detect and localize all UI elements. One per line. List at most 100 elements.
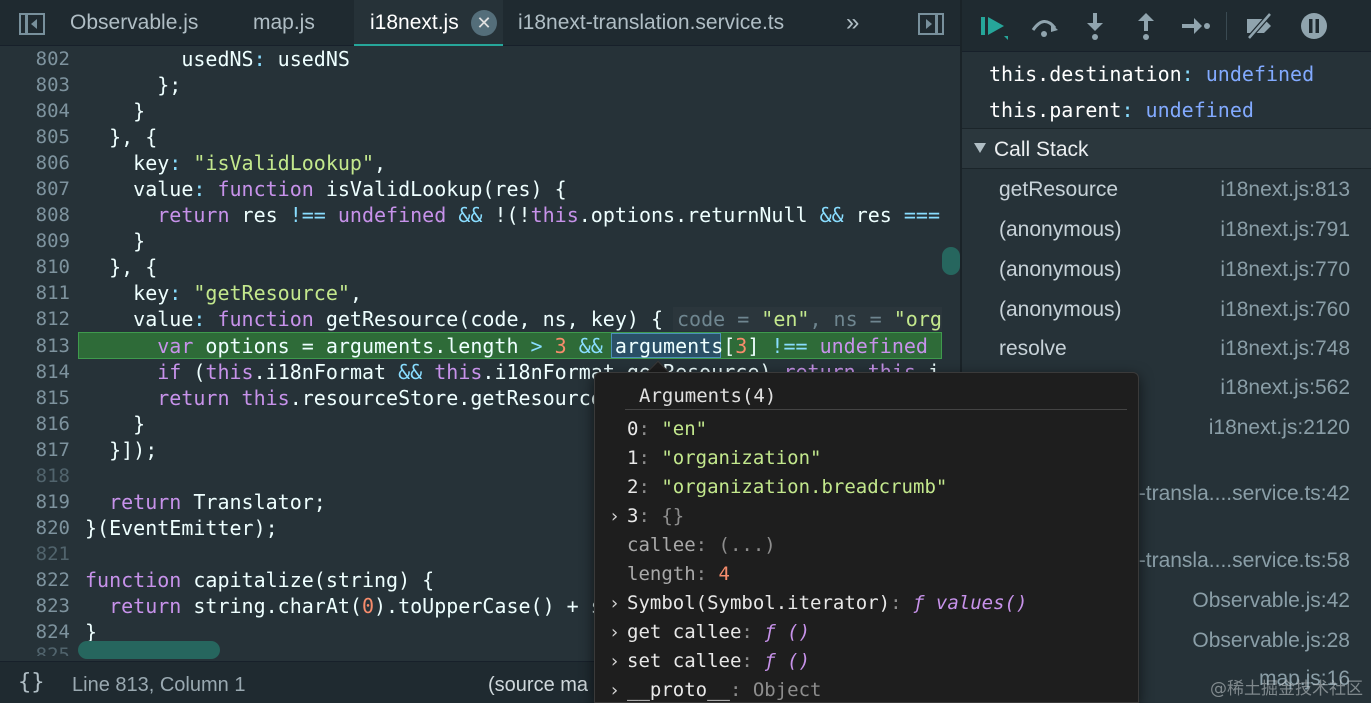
code-line-817[interactable]: }]); (85, 437, 157, 463)
line-number[interactable]: 814 (0, 359, 70, 385)
tab-overflow-icon[interactable]: » (846, 0, 859, 46)
tab-map[interactable]: map.js (253, 0, 315, 46)
property-row[interactable]: 1: "organization" (627, 444, 822, 473)
call-stack-header[interactable]: Call Stack (962, 128, 1371, 169)
source-map-link[interactable]: (source ma (488, 674, 588, 697)
property-row[interactable]: › get callee: ƒ () (609, 618, 810, 647)
toggle-debugger-icon[interactable] (918, 13, 944, 35)
code-line-810[interactable]: }, { (85, 254, 157, 280)
line-number[interactable]: 807 (0, 176, 70, 202)
line-number[interactable]: 823 (0, 593, 70, 619)
line-number[interactable]: 817 (0, 437, 70, 463)
frame-location: Observable.js:42 (1192, 589, 1350, 612)
code-line-812[interactable]: value: function getResource(code, ns, ke… (85, 306, 942, 332)
line-number[interactable]: 813 (0, 333, 70, 359)
frame-name: (anonymous) (999, 258, 1122, 281)
resume-icon[interactable] (978, 10, 1010, 42)
line-number[interactable]: 809 (0, 228, 70, 254)
pretty-print-icon[interactable]: {} (18, 670, 45, 695)
code-line-809[interactable]: } (85, 228, 145, 254)
property-row[interactable]: length: 4 (627, 560, 730, 589)
code-line-807[interactable]: value: function isValidLookup(res) { (85, 176, 567, 202)
code-line-808[interactable]: return res !== undefined && !(!this.opti… (85, 202, 945, 228)
line-number[interactable]: 811 (0, 280, 70, 306)
property-row[interactable]: › 3: {} (609, 502, 684, 531)
line-number[interactable]: 816 (0, 411, 70, 437)
code-line-816[interactable]: } (85, 411, 145, 437)
line-number[interactable]: 802 (0, 46, 70, 72)
code-line-813[interactable]: var options = arguments.length > 3 && ar… (85, 333, 942, 359)
code-line-811[interactable]: key: "getResource", (85, 280, 362, 306)
frame-location: i18next.js:760 (1220, 298, 1350, 321)
step-in-icon[interactable] (1079, 10, 1111, 42)
line-number[interactable]: 810 (0, 254, 70, 280)
toggle-navigator-icon[interactable] (19, 13, 45, 35)
expand-arrow-icon[interactable]: › (609, 676, 620, 703)
collapse-arrow-icon[interactable] (974, 143, 986, 153)
tab-observable[interactable]: Observable.js (70, 0, 198, 46)
debugger-toolbar (962, 0, 1371, 52)
tab-i18next[interactable]: i18next.js ✕ (354, 0, 503, 46)
popup-title: Arguments(4) (639, 385, 777, 407)
watermark: @稀土掘金技术社区 (1210, 679, 1363, 699)
frame-location: i18next.js:791 (1220, 218, 1350, 241)
line-number[interactable]: 806 (0, 150, 70, 176)
inline-value-hint: code = "en", ns = "org (673, 307, 942, 331)
code-line-806[interactable]: key: "isValidLookup", (85, 150, 386, 176)
property-row[interactable]: › set callee: ƒ () (609, 647, 810, 676)
code-line-823[interactable]: return string.charAt(0).toUpperCase() + … (85, 593, 603, 619)
frame-location: i18next.js:770 (1220, 258, 1350, 281)
property-row[interactable]: 0: "en" (627, 415, 707, 444)
scope-variable[interactable]: this.destination: undefined (989, 62, 1314, 86)
code-line-815[interactable]: return this.resourceStore.getResource (85, 385, 603, 411)
expand-arrow-icon[interactable]: › (609, 502, 620, 531)
expand-arrow-icon[interactable]: › (609, 618, 620, 647)
property-row[interactable]: › __proto__: Object (609, 676, 821, 703)
code-line-802[interactable]: usedNS: usedNS (85, 46, 350, 72)
close-tab-icon[interactable]: ✕ (471, 10, 497, 36)
expand-arrow-icon[interactable]: › (609, 647, 620, 676)
expand-arrow-icon[interactable]: › (609, 589, 620, 618)
line-number[interactable]: 825 (0, 642, 70, 656)
tab-translation-service[interactable]: i18next-translation.service.ts (518, 0, 784, 46)
step-over-icon[interactable] (1028, 10, 1060, 42)
line-number[interactable]: 815 (0, 385, 70, 411)
line-number[interactable]: 820 (0, 515, 70, 541)
line-number[interactable]: 822 (0, 567, 70, 593)
line-number[interactable]: 818 (0, 463, 70, 489)
code-line-803[interactable]: }; (85, 72, 181, 98)
vertical-scrollbar[interactable] (942, 247, 960, 275)
deactivate-breakpoints-icon[interactable] (1244, 10, 1276, 42)
arguments-preview-popup[interactable]: Arguments(4) 0: "en" 1: "organization" 2… (594, 372, 1139, 703)
frame-location: -transla....service.ts:58 (1138, 549, 1350, 572)
line-number-gutter: 802 803 804 805 806 807 808 809 810 811 … (0, 46, 78, 660)
cursor-position: Line 813, Column 1 (72, 674, 246, 696)
step-out-icon[interactable] (1130, 10, 1162, 42)
popup-divider (625, 409, 1127, 410)
line-number[interactable]: 812 (0, 306, 70, 332)
code-line-820[interactable]: }(EventEmitter); (85, 515, 278, 541)
frame-location: i18next.js:748 (1220, 337, 1350, 360)
pause-on-exceptions-icon[interactable] (1298, 10, 1330, 42)
line-number[interactable]: 808 (0, 202, 70, 228)
property-row[interactable]: callee: (...) (627, 531, 776, 560)
property-row[interactable]: › Symbol(Symbol.iterator): ƒ values() (609, 589, 1027, 618)
scope-variable[interactable]: this.parent: undefined (989, 98, 1254, 122)
code-line-805[interactable]: }, { (85, 124, 157, 150)
frame-name: getResource (999, 178, 1119, 201)
code-line-822[interactable]: function capitalize(string) { (85, 567, 434, 593)
line-number[interactable]: 819 (0, 489, 70, 515)
code-line-819[interactable]: return Translator; (85, 489, 326, 515)
horizontal-scrollbar[interactable] (78, 641, 220, 659)
line-number[interactable]: 803 (0, 72, 70, 98)
frame-location: Observable.js:28 (1192, 629, 1350, 652)
tab-bar: Observable.js map.js i18next.js ✕ i18nex… (0, 0, 960, 46)
step-icon[interactable] (1179, 10, 1211, 42)
line-number[interactable]: 821 (0, 541, 70, 567)
property-row[interactable]: 2: "organization.breadcrumb" (627, 473, 947, 502)
line-number[interactable]: 805 (0, 124, 70, 150)
code-line-804[interactable]: } (85, 98, 145, 124)
toolbar-divider (1226, 12, 1227, 40)
line-number[interactable]: 804 (0, 98, 70, 124)
frame-name: (anonymous) (999, 298, 1122, 321)
